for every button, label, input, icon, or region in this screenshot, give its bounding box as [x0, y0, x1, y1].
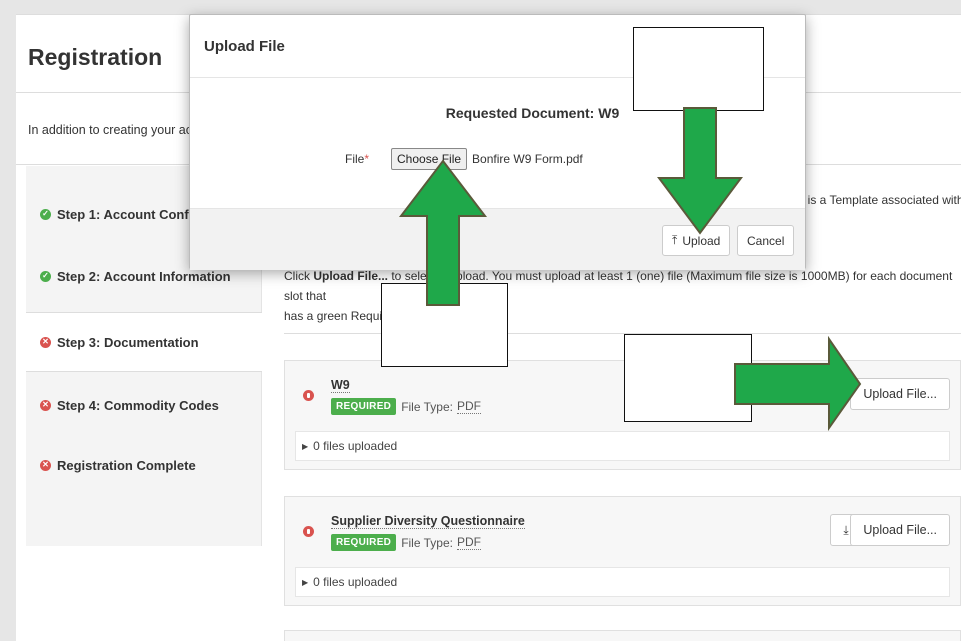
step-4[interactable]: ✕ Step 4: Commodity Codes: [26, 375, 262, 435]
step-label: Step 4: Commodity Codes: [57, 397, 219, 413]
required-marker: *: [364, 152, 370, 166]
upload-file-button[interactable]: Upload File...: [850, 514, 950, 546]
step-registration-complete[interactable]: ✕ Registration Complete: [26, 435, 262, 495]
step-label: Registration Complete: [57, 457, 196, 473]
instructions-bold: Upload File...: [313, 269, 389, 283]
file-type-value: PDF: [457, 399, 481, 414]
files-uploaded-text: 0 files uploaded: [313, 575, 398, 589]
check-circle-icon: ✓: [40, 270, 51, 282]
files-uploaded-toggle[interactable]: ▶ 0 files uploaded: [295, 431, 950, 461]
file-label-text: File: [345, 152, 365, 166]
template-note: ere is a Template associated with: [787, 193, 961, 207]
modal-title: Upload File: [204, 38, 285, 55]
files-uploaded-toggle[interactable]: ▶ 0 files uploaded: [295, 567, 950, 597]
file-label: File*: [345, 152, 369, 166]
document-name: W9: [331, 378, 350, 393]
download-icon: ⤓: [843, 522, 849, 537]
cancel-button[interactable]: Cancel: [737, 225, 795, 256]
required-badge: REQUIRED: [331, 398, 397, 415]
arrow-right-icon: [734, 336, 862, 432]
alert-icon: [303, 526, 314, 537]
file-type-value: PDF: [457, 535, 481, 550]
document-header: Supplier Diversity Questionnaire REQUIRE…: [285, 497, 960, 567]
files-uploaded-text: 0 files uploaded: [313, 439, 398, 453]
alert-icon: [303, 390, 314, 401]
top-strip: [0, 0, 961, 14]
step-label: Step 2: Account Information: [57, 268, 231, 284]
instructions-prefix: Click: [284, 269, 314, 283]
step-3[interactable]: ✕ Step 3: Documentation: [26, 312, 262, 372]
x-circle-icon: ✕: [40, 399, 51, 411]
step-label: Step 3: Documentation: [57, 334, 199, 350]
upload-file-button[interactable]: Upload File...: [850, 378, 950, 410]
check-circle-icon: ✓: [40, 208, 51, 220]
page-title: Registration: [28, 44, 163, 70]
file-type-label: File Type:: [401, 399, 453, 414]
file-type-label: File Type:: [401, 535, 453, 550]
x-circle-icon: ✕: [40, 336, 51, 348]
document-meta: REQUIRED File Type: PDF: [331, 398, 481, 415]
intro-text: In addition to creating your accou: [28, 123, 213, 137]
annotation-box-top: [633, 27, 764, 111]
caret-right-icon: ▶: [302, 577, 309, 587]
document-name: Supplier Diversity Questionnaire: [331, 514, 525, 529]
document-card-next: [284, 630, 961, 641]
arrow-down-icon: [657, 107, 743, 235]
left-strip: [0, 0, 16, 641]
document-card-supplier-diversity: Supplier Diversity Questionnaire REQUIRE…: [284, 496, 961, 606]
document-meta: REQUIRED File Type: PDF: [331, 534, 481, 551]
required-badge: REQUIRED: [331, 534, 397, 551]
arrow-up-icon: [398, 159, 488, 306]
caret-right-icon: ▶: [302, 441, 309, 451]
x-circle-icon: ✕: [40, 459, 51, 471]
